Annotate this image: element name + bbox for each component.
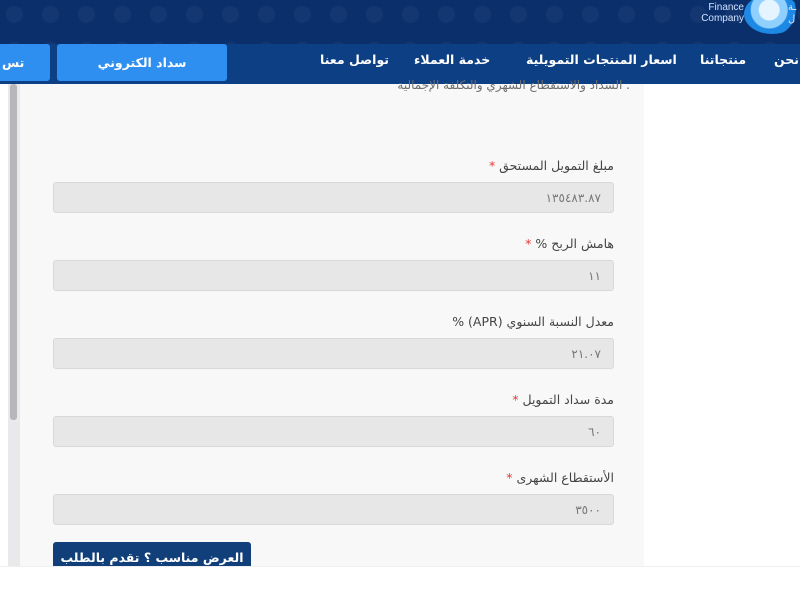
required-star: * [488,158,496,173]
apr-input[interactable] [54,339,613,368]
nav-item-products[interactable]: منتجاتنا [700,52,746,67]
profit-margin-field[interactable] [53,260,614,291]
header-pattern [0,0,800,44]
profit-margin-input[interactable] [54,261,613,290]
apr-field[interactable] [53,338,614,369]
nav-item-customer-service[interactable]: خدمة العملاء [414,52,490,67]
e-payment-button[interactable]: سداد الكتروني [57,44,227,81]
required-star: * [525,236,532,251]
field-label-apr: معدل النسبة السنوي (APR) % [452,314,614,329]
field-label-profit-margin: هامش الربح % * [525,236,614,251]
repayment-period-field[interactable] [53,416,614,447]
required-star: * [506,470,513,485]
logo-text-ar: ـة ل [788,2,797,25]
nav-item-contact[interactable]: تواصل معنا [320,52,389,67]
nav-item-about[interactable]: نحن [774,52,799,67]
repayment-period-input[interactable] [54,417,613,446]
required-star: * [512,392,519,407]
scrollbar-thumb[interactable] [10,84,17,420]
field-label-monthly-deduction: الأستقطاع الشهرى * [506,470,614,485]
site-header: Finance Company ـة ل [0,0,800,44]
right-blank-area [644,84,800,566]
monthly-deduction-field[interactable] [53,494,614,525]
nav-cut-button[interactable]: تس [0,44,50,81]
monthly-deduction-input[interactable] [54,495,613,524]
field-label-repayment-period: مدة سداد التمويل * [512,392,614,407]
field-label-financing-amount: مبلغ التمويل المستحق * [488,158,614,173]
financing-amount-input[interactable] [54,183,613,212]
financing-amount-field[interactable] [53,182,614,213]
intro-text: السداد والاستقطاع الشهري والتكلفة الإجما… [397,78,630,92]
bottom-bar [0,566,800,601]
nav-item-prices[interactable]: اسعار المنتجات التمويلية [526,52,677,67]
logo-text-en: Finance Company [701,2,744,24]
